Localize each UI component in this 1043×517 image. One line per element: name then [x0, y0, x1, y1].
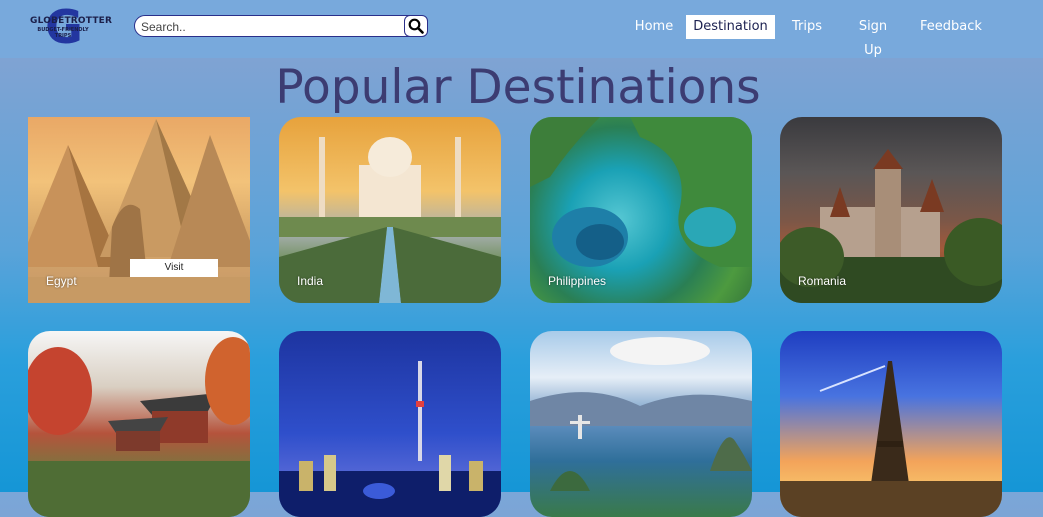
destination-card-egypt[interactable]: Egypt Visit [28, 117, 250, 303]
destination-card-india[interactable]: India [279, 117, 501, 303]
rio-de-janeiro-image [530, 337, 752, 491]
nav-feedback[interactable]: Feedback [920, 15, 982, 39]
visit-button[interactable]: Visit [130, 259, 218, 277]
logo[interactable]: G GLOBETROTTER BUDGET-FRIENDLY TRIPS [30, 4, 113, 50]
logo-title: GLOBETROTTER [30, 16, 113, 26]
search-icon [408, 18, 424, 34]
nav-sign-up[interactable]: Sign Up [848, 15, 898, 58]
destination-name: Philippines [548, 274, 607, 288]
destination-card-brazil[interactable] [530, 331, 752, 517]
destination-card-france[interactable] [780, 331, 1002, 517]
destination-card-romania[interactable]: Romania [780, 117, 1002, 303]
eiffel-tower-image [780, 361, 1002, 517]
korean-palace-image [28, 337, 250, 517]
destination-card-canada[interactable] [279, 331, 501, 517]
search-input[interactable] [139, 18, 403, 36]
search-bar [134, 15, 428, 37]
destination-name: Egypt [46, 274, 77, 288]
search-button[interactable] [404, 15, 428, 37]
top-bar: G GLOBETROTTER BUDGET-FRIENDLY TRIPS Hom… [0, 0, 1043, 58]
toronto-skyline-image [279, 361, 501, 517]
nav-destination[interactable]: Destination [686, 15, 775, 39]
nav-home[interactable]: Home [630, 15, 678, 39]
destination-card-korea[interactable] [28, 331, 250, 517]
destination-name: Romania [798, 274, 847, 288]
destination-card-philippines[interactable]: Philippines [530, 117, 752, 303]
nav-trips[interactable]: Trips [786, 15, 828, 39]
destination-name: India [297, 274, 324, 288]
logo-tagline: BUDGET-FRIENDLY TRIPS [37, 27, 89, 39]
page-title: Popular Destinations [275, 60, 761, 115]
